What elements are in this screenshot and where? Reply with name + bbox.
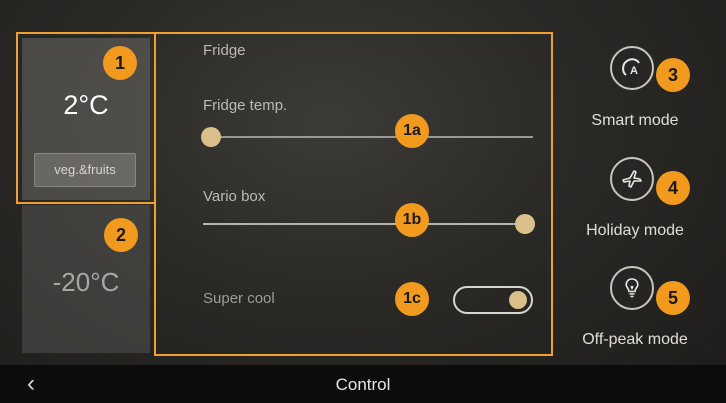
callout-badge-4: 4: [656, 171, 690, 205]
callout-badge-1c: 1c: [395, 282, 429, 316]
super-cool-toggle-thumb: [509, 291, 527, 309]
fridge-temp-slider[interactable]: [203, 136, 533, 138]
off-peak-mode-label: Off-peak mode: [582, 331, 688, 348]
callout-badge-3: 3: [656, 58, 690, 92]
fridge-temp-slider-handle[interactable]: [201, 127, 221, 147]
vario-box-slider[interactable]: [203, 223, 533, 225]
callout-badge-5: 5: [656, 281, 690, 315]
freezer-zone-temp: -20°C: [52, 267, 120, 297]
callout-badge-1: 1: [103, 46, 137, 80]
bottom-nav-bar: ‹ Control: [0, 365, 726, 403]
callout-badge-1a: 1a: [395, 114, 429, 148]
lightbulb-icon: [625, 278, 639, 298]
callout-outline-divider: [16, 202, 156, 204]
super-cool-toggle[interactable]: [453, 286, 533, 314]
smart-mode-icon: A: [622, 58, 640, 77]
callout-badge-2: 2: [104, 218, 138, 252]
smart-mode-button[interactable]: A: [610, 46, 654, 90]
page-title: Control: [335, 375, 391, 394]
callout-badge-1b: 1b: [395, 203, 429, 237]
holiday-mode-button[interactable]: [610, 157, 654, 201]
fridge-temp-label: Fridge temp.: [203, 97, 288, 114]
vario-box-slider-handle[interactable]: [515, 214, 535, 234]
super-cool-label: Super cool: [203, 290, 275, 307]
svg-text:A: A: [630, 65, 638, 77]
smart-mode-label: Smart mode: [591, 112, 679, 129]
holiday-mode-label: Holiday mode: [586, 222, 684, 239]
vario-box-label: Vario box: [203, 188, 266, 205]
airplane-icon: [622, 170, 642, 188]
off-peak-mode-button[interactable]: [610, 266, 654, 310]
control-screen: 2°C veg.&fruits -20°C Fridge Fridge temp…: [0, 0, 726, 403]
fridge-section-title: Fridge: [203, 42, 246, 59]
